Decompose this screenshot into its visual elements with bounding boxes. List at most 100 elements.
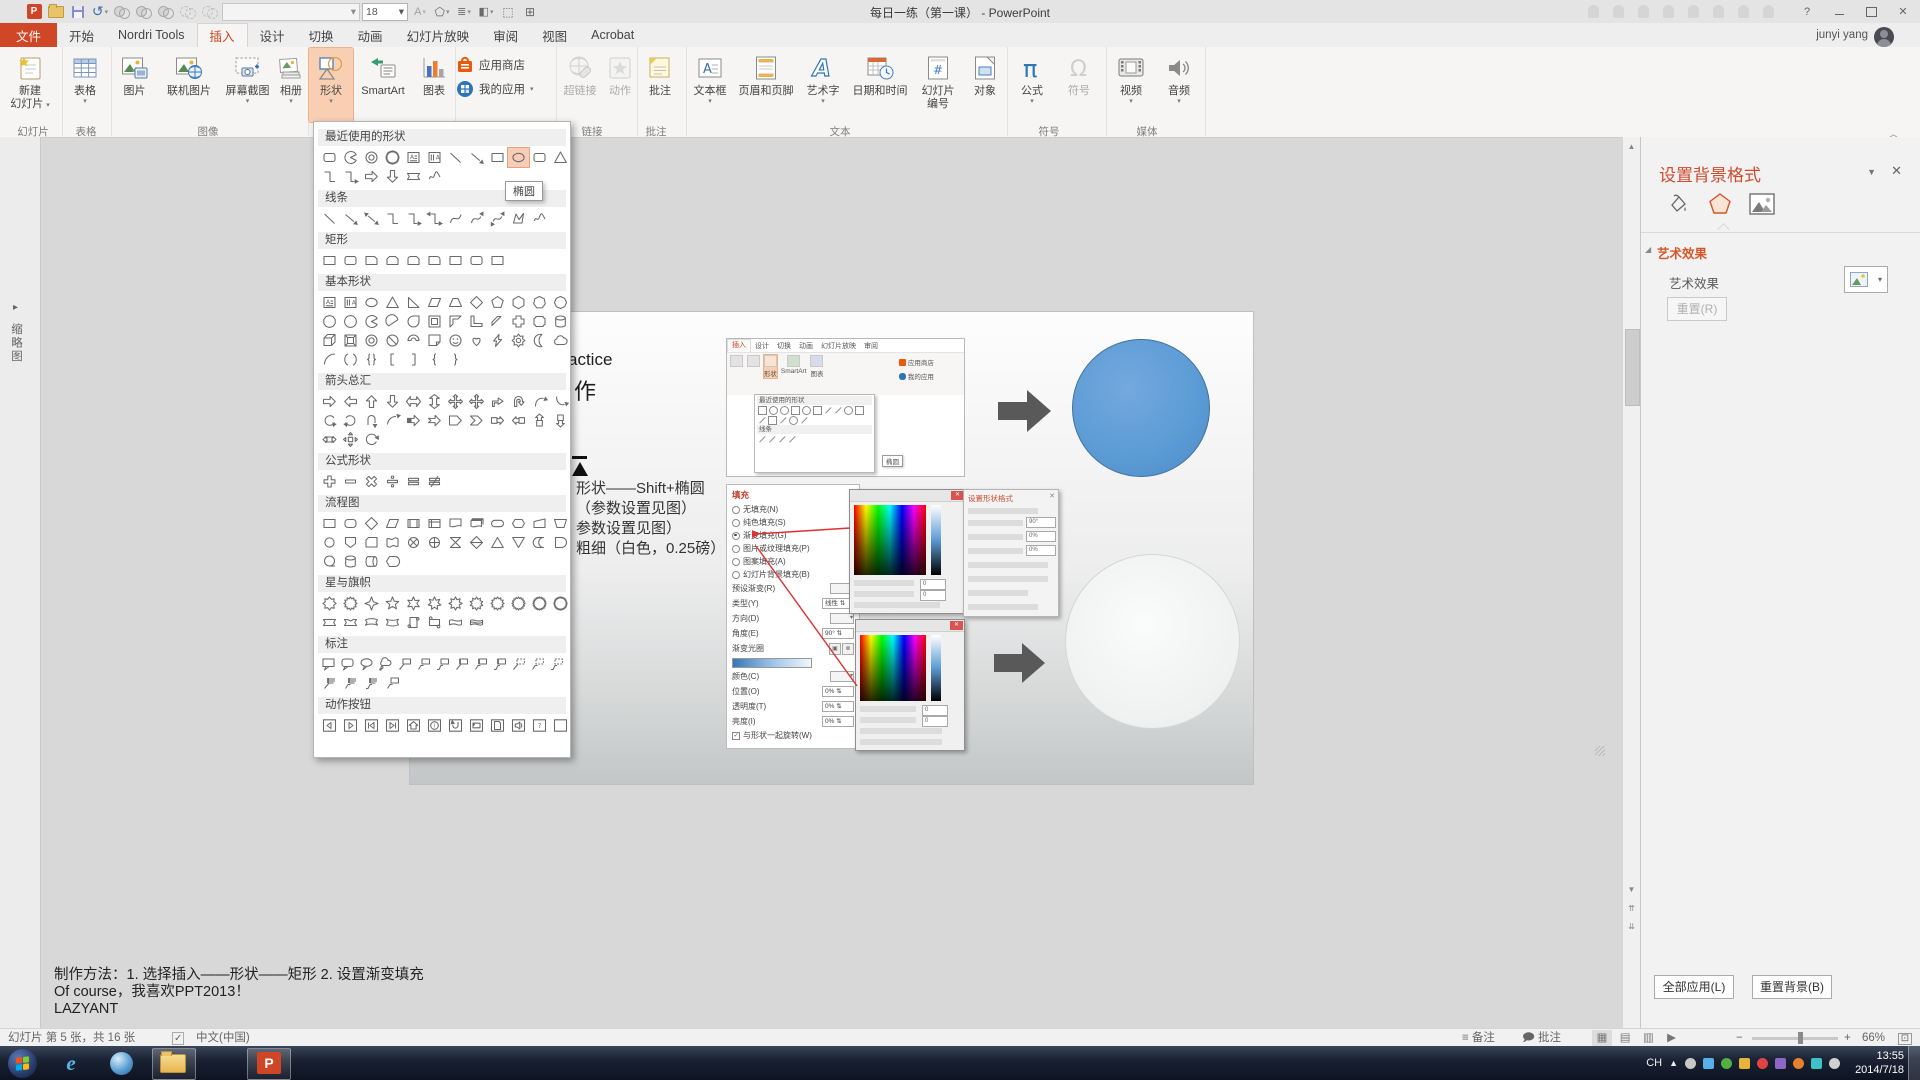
shape-circ-l[interactable] — [319, 411, 340, 430]
shape-manualinput[interactable] — [529, 514, 550, 533]
ribbon-button-comment[interactable]: 批注 — [638, 48, 682, 122]
shape-scribble[interactable] — [424, 167, 445, 186]
tab-file[interactable]: 文件 — [0, 23, 57, 47]
shape-elbow[interactable] — [319, 167, 340, 186]
shape-ribbon-down[interactable] — [340, 613, 361, 632]
shape-ac-l[interactable] — [508, 411, 529, 430]
shape-dodecagon[interactable] — [340, 312, 361, 331]
shape-round1[interactable] — [424, 251, 445, 270]
shape-sun[interactable] — [508, 331, 529, 350]
shape-heart[interactable] — [466, 331, 487, 350]
collapse-section-icon[interactable]: ◢ — [1645, 245, 1651, 254]
blue-circle-shape[interactable] — [1072, 339, 1210, 477]
shape-vtextbox[interactable]: A — [424, 148, 445, 167]
shape-mult[interactable] — [361, 472, 382, 491]
shape-rect[interactable] — [487, 251, 508, 270]
shape-plus[interactable] — [319, 472, 340, 491]
menu-resize-grip[interactable] — [1595, 746, 1605, 756]
shape-lightning[interactable] — [487, 331, 508, 350]
shape-roundrect[interactable] — [529, 148, 550, 167]
keyboard-icon[interactable] — [1685, 1058, 1696, 1069]
shape-lbrace[interactable] — [424, 350, 445, 369]
shape-donut[interactable] — [361, 331, 382, 350]
shape-line[interactable] — [445, 148, 466, 167]
shape-circ-r[interactable] — [340, 411, 361, 430]
shape-or[interactable] — [424, 533, 445, 552]
shape-snip2[interactable] — [382, 251, 403, 270]
shape-snip1[interactable] — [361, 251, 382, 270]
shape-lc2n[interactable] — [528, 655, 547, 674]
shape-ribbon-curve-up[interactable] — [361, 613, 382, 632]
shape-storeddata[interactable] — [529, 533, 550, 552]
artistic-effects-section[interactable]: 艺术效果 — [1657, 243, 1707, 262]
account-name[interactable]: junyi yang — [1816, 29, 1868, 41]
shape-line[interactable] — [319, 209, 340, 228]
security-icon[interactable] — [1739, 1058, 1750, 1069]
shape-process[interactable] — [319, 514, 340, 533]
shape-seqaccess[interactable] — [319, 552, 340, 571]
shape-ellipse[interactable] — [361, 293, 382, 312]
shape-diamond[interactable] — [466, 293, 487, 312]
shape-cross[interactable] — [508, 312, 529, 331]
reset-background-button[interactable]: 重置背景(B) — [1752, 975, 1832, 999]
fill-bucket-icon[interactable] — [1663, 189, 1693, 219]
shape-decagon[interactable] — [319, 312, 340, 331]
shape-star32[interactable] — [550, 594, 571, 613]
shape-equal[interactable] — [403, 472, 424, 491]
shape-pentagon[interactable] — [487, 293, 508, 312]
shape-pie[interactable] — [361, 312, 382, 331]
tab-nordri tools[interactable]: Nordri Tools — [106, 23, 196, 47]
shape-ab-begin[interactable] — [361, 716, 382, 735]
close-button[interactable]: ✕ — [1890, 3, 1916, 20]
shape-card[interactable] — [361, 533, 382, 552]
shape-vscroll[interactable] — [403, 613, 424, 632]
scroll-up-icon[interactable]: ▲ — [1624, 139, 1639, 154]
pane-menu-icon[interactable]: ▼ — [1867, 167, 1876, 177]
shape-directaccess[interactable] — [361, 552, 382, 571]
shape-corner[interactable] — [466, 312, 487, 331]
shape-uturn2[interactable] — [361, 411, 382, 430]
shape-extract[interactable] — [487, 533, 508, 552]
hidden-icons-chevron[interactable]: ▲ — [1669, 1058, 1678, 1068]
shape-notequal[interactable] — [424, 472, 445, 491]
shape-rbrace[interactable] — [445, 350, 466, 369]
shape-halfframe[interactable] — [445, 312, 466, 331]
shape-rect[interactable] — [487, 148, 508, 167]
shape-lc3n[interactable] — [547, 655, 566, 674]
shape-document[interactable] — [445, 514, 466, 533]
shape-lc1a[interactable] — [452, 655, 471, 674]
shape-pie[interactable] — [340, 148, 361, 167]
shape-disk[interactable] — [340, 552, 361, 571]
shape-bentarrow[interactable] — [487, 392, 508, 411]
shape-star5[interactable] — [382, 594, 403, 613]
shape-ribbon-up[interactable] — [319, 613, 340, 632]
spellcheck-icon[interactable]: ✓ — [172, 1032, 184, 1045]
shape-ribbon-curve-down[interactable] — [382, 613, 403, 632]
start-button[interactable] — [8, 1049, 37, 1078]
expand-pane-icon[interactable]: ▸ — [13, 302, 18, 313]
scrollbar-thumb[interactable] — [1625, 329, 1640, 406]
shape-delay[interactable] — [550, 533, 571, 552]
ribbon-button-action[interactable]: 动作 — [603, 48, 637, 122]
tab-设计[interactable]: 设计 — [248, 23, 297, 47]
download-icon[interactable] — [1793, 1058, 1804, 1069]
shape-lc1[interactable] — [395, 655, 414, 674]
shape-pentagonarrow[interactable] — [445, 411, 466, 430]
shape-chevron[interactable] — [466, 411, 487, 430]
zoom-out-button[interactable]: − — [1736, 1030, 1743, 1046]
shape-curved-u[interactable] — [529, 392, 550, 411]
powerpoint-taskbar-icon[interactable]: P — [256, 1050, 282, 1076]
shape-curvearrow[interactable] — [466, 209, 487, 228]
shape-teardrop[interactable] — [403, 312, 424, 331]
shape-trap[interactable] — [445, 293, 466, 312]
shape-callout-cloud[interactable] — [376, 655, 395, 674]
shape-terminator[interactable] — [487, 514, 508, 533]
minimize-button[interactable] — [1826, 3, 1852, 20]
shape-sum[interactable] — [403, 533, 424, 552]
shape-star8[interactable] — [445, 594, 466, 613]
shape-arrow-r[interactable] — [361, 167, 382, 186]
ribbon-button-symbol[interactable]: Ω符号 — [1056, 48, 1102, 122]
shape-arc[interactable] — [319, 350, 340, 369]
shape-ac-quad[interactable] — [340, 430, 361, 449]
input-language-indicator[interactable]: CH — [1646, 1057, 1662, 1069]
